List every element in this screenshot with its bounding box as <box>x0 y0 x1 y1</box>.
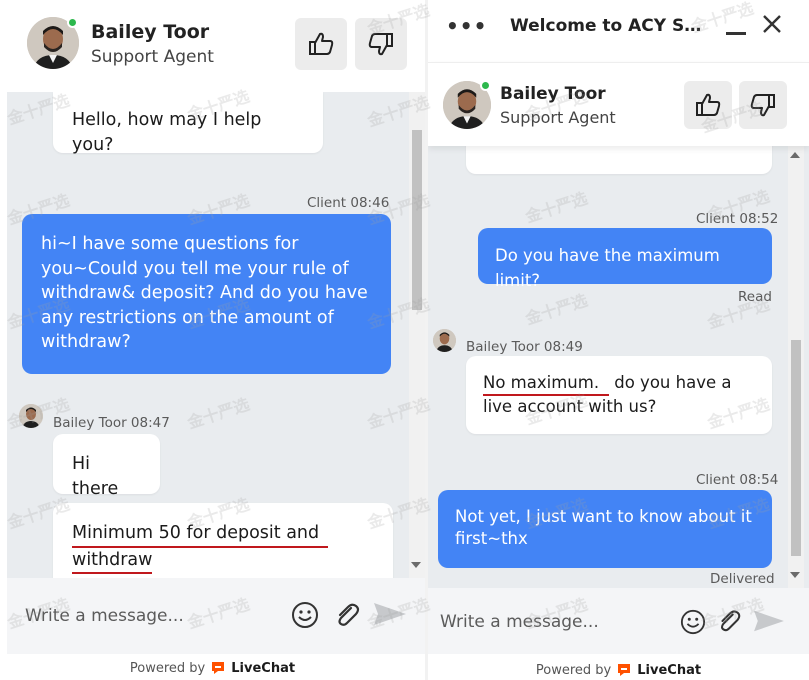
powered-by-footer[interactable]: Powered by LiveChat <box>0 660 425 676</box>
attachment-icon <box>338 603 360 626</box>
message-status: Read <box>738 289 772 305</box>
message-meta: Client 08:54 <box>696 472 779 488</box>
livechat-brand: LiveChat <box>231 660 296 676</box>
agent-message: Hi there <box>53 434 160 499</box>
scrollbar-thumb[interactable] <box>791 340 801 556</box>
close-icon[interactable] <box>762 14 782 34</box>
message-composer <box>7 578 425 654</box>
message-meta: Client 08:46 <box>307 195 390 211</box>
agent-message: Hello, how may I help you? <box>53 92 323 155</box>
thumbs-down-button[interactable] <box>355 18 407 70</box>
powered-by-label: Powered by <box>129 660 206 676</box>
thumbs-up-button[interactable] <box>295 18 347 70</box>
agent-name: Bailey Toor <box>500 84 606 104</box>
agent-role: Support Agent <box>500 108 616 127</box>
powered-by-label: Powered by <box>535 662 612 678</box>
send-button[interactable] <box>370 598 410 630</box>
window-title: Welcome to ACY Securities <box>510 16 710 36</box>
thumbs-up-icon <box>309 32 334 55</box>
chat-window-right: ••• Welcome to ACY Securities Bailey Too… <box>428 0 809 680</box>
message-list[interactable]: Hello, how may I help you? Client 08:46 … <box>7 92 425 578</box>
online-status-indicator <box>67 17 78 28</box>
emoji-button[interactable] <box>290 600 320 630</box>
livechat-brand: LiveChat <box>637 662 702 678</box>
send-icon <box>754 610 784 632</box>
client-message: Not yet, I just want to know about it fi… <box>438 490 772 568</box>
thumbs-down-icon <box>750 94 775 117</box>
message-list[interactable]: withdraw Client 08:52 Do you have the ma… <box>428 146 809 588</box>
agent-mini-avatar <box>433 329 456 352</box>
attachment-button[interactable] <box>714 606 744 636</box>
thumbs-up-button[interactable] <box>684 81 732 129</box>
emoji-icon <box>292 602 318 628</box>
message-input[interactable] <box>440 608 670 636</box>
more-options-icon[interactable]: ••• <box>446 14 487 38</box>
attachment-button[interactable] <box>331 600 363 630</box>
emoji-icon <box>680 609 706 635</box>
agent-name: Bailey Toor <box>91 21 210 43</box>
scroll-down-arrow[interactable] <box>790 572 800 578</box>
livechat-logo-icon <box>618 664 631 676</box>
powered-by-footer[interactable]: Powered by LiveChat <box>428 662 809 678</box>
scrollbar[interactable] <box>409 92 425 578</box>
scrollbar-thumb[interactable] <box>412 130 422 310</box>
thumbs-down-button[interactable] <box>739 81 787 129</box>
window-title-bar: ••• Welcome to ACY Securities <box>428 0 809 62</box>
thumbs-up-icon <box>696 93 721 116</box>
scroll-up-arrow[interactable] <box>790 152 800 158</box>
message-input[interactable] <box>25 602 275 630</box>
agent-message: No maximum. do you have a live account w… <box>466 356 772 434</box>
agent-message: Minimum 50 for deposit and withdraw <box>53 503 393 578</box>
send-icon <box>374 603 406 625</box>
agent-mini-avatar <box>19 404 43 428</box>
agent-header: Bailey Toor Support Agent <box>0 0 425 92</box>
highlighted-text: Minimum 50 for deposit and <box>72 521 328 548</box>
highlighted-text: No maximum. <box>483 372 609 396</box>
thumbs-down-icon <box>368 33 393 56</box>
message-composer <box>428 588 809 654</box>
emoji-button[interactable] <box>678 607 708 637</box>
client-message: Do you have the maximum limit? <box>478 228 772 290</box>
minimize-icon[interactable] <box>726 32 746 35</box>
attachment-icon <box>720 610 741 632</box>
send-button[interactable] <box>750 605 788 637</box>
agent-header: Bailey Toor Support Agent <box>428 62 809 146</box>
client-message: hi~I have some questions for you~Could y… <box>22 214 391 374</box>
scrollbar[interactable] <box>788 146 804 588</box>
scroll-down-arrow[interactable] <box>411 562 421 568</box>
message-meta: Client 08:52 <box>696 211 779 227</box>
highlighted-text: withdraw <box>72 548 153 574</box>
livechat-logo-icon <box>212 662 225 674</box>
online-status-indicator <box>480 80 491 91</box>
message-meta: Bailey Toor 08:49 <box>466 339 583 355</box>
chat-window-left: Bailey Toor Support Agent Hello, how may… <box>0 0 425 680</box>
message-meta: Bailey Toor 08:47 <box>53 415 170 431</box>
message-status: Delivered <box>710 571 775 587</box>
agent-message: withdraw <box>466 146 772 174</box>
agent-role: Support Agent <box>91 47 214 67</box>
